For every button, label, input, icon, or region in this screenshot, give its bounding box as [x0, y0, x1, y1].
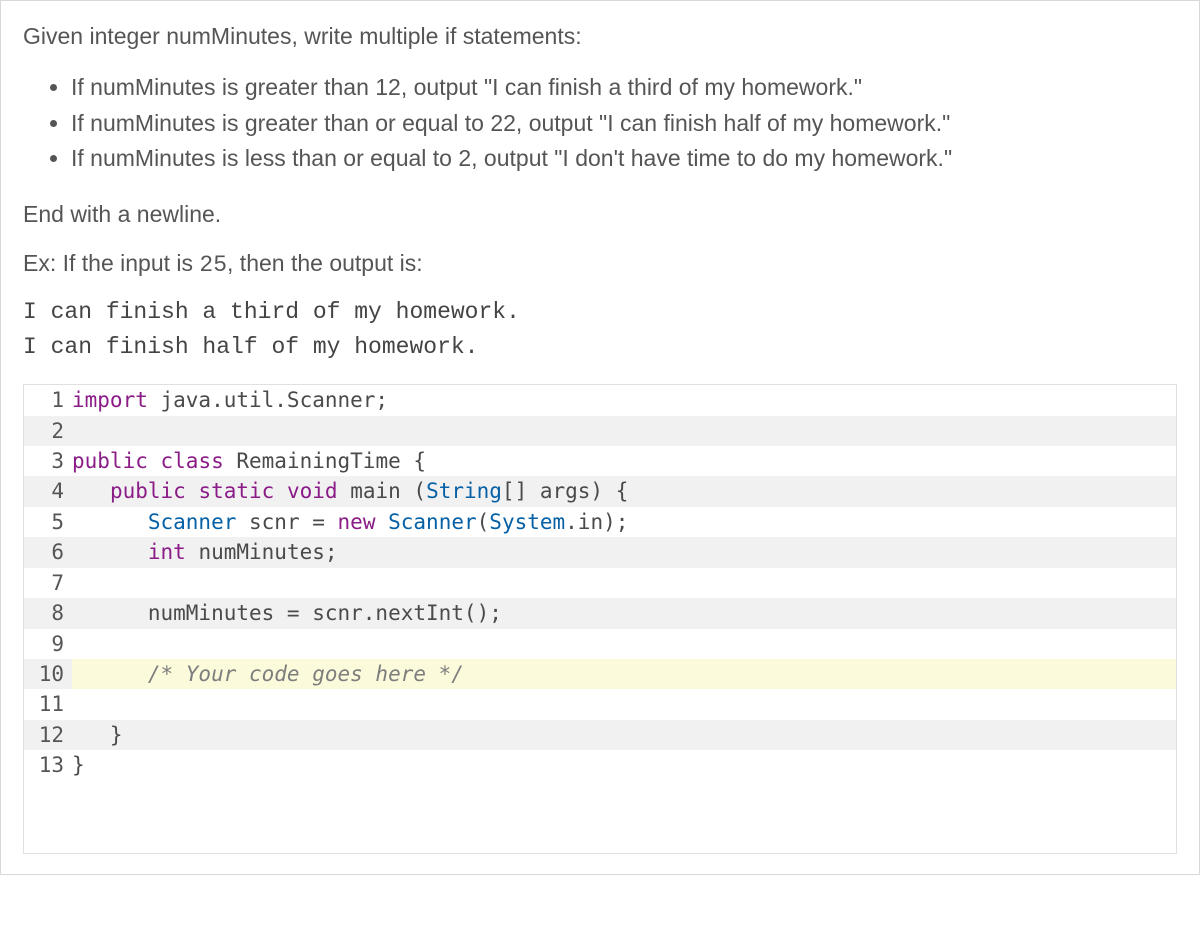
- line-number: 4: [24, 476, 72, 506]
- code-content[interactable]: /* Your code goes here */: [72, 659, 1176, 689]
- code-empty-area[interactable]: [24, 781, 1176, 853]
- line-number: 6: [24, 537, 72, 567]
- code-line[interactable]: 2: [24, 416, 1176, 446]
- line-number: 9: [24, 629, 72, 659]
- code-content[interactable]: [72, 689, 1176, 719]
- requirements-list: If numMinutes is greater than 12, output…: [23, 70, 1177, 177]
- code-content[interactable]: }: [72, 750, 1176, 780]
- line-number: 12: [24, 720, 72, 750]
- code-line[interactable]: 8 numMinutes = scnr.nextInt();: [24, 598, 1176, 628]
- list-item: If numMinutes is less than or equal to 2…: [71, 141, 1177, 177]
- code-content[interactable]: public static void main (String[] args) …: [72, 476, 1176, 506]
- list-item: If numMinutes is greater than or equal t…: [71, 106, 1177, 142]
- code-content[interactable]: import java.util.Scanner;: [72, 385, 1176, 415]
- code-content[interactable]: int numMinutes;: [72, 537, 1176, 567]
- list-item: If numMinutes is greater than 12, output…: [71, 70, 1177, 106]
- code-editor[interactable]: 1import java.util.Scanner;2 3public clas…: [23, 384, 1177, 854]
- line-number: 13: [24, 750, 72, 780]
- line-number: 7: [24, 568, 72, 598]
- code-content[interactable]: [72, 629, 1176, 659]
- problem-container: Given integer numMinutes, write multiple…: [0, 0, 1200, 875]
- code-line[interactable]: 9: [24, 629, 1176, 659]
- line-number: 11: [24, 689, 72, 719]
- expected-output: I can finish a third of my homework. I c…: [23, 295, 1177, 364]
- example-line: Ex: If the input is 25, then the output …: [23, 248, 1177, 281]
- code-line[interactable]: 7: [24, 568, 1176, 598]
- code-content[interactable]: [72, 416, 1176, 446]
- example-input: 25: [199, 252, 227, 278]
- line-number: 5: [24, 507, 72, 537]
- code-line[interactable]: 13}: [24, 750, 1176, 780]
- line-number: 8: [24, 598, 72, 628]
- code-line[interactable]: 5 Scanner scnr = new Scanner(System.in);: [24, 507, 1176, 537]
- code-content[interactable]: numMinutes = scnr.nextInt();: [72, 598, 1176, 628]
- end-with-newline: End with a newline.: [23, 199, 1177, 230]
- example-suffix: , then the output is:: [227, 250, 423, 276]
- problem-text: Given integer numMinutes, write multiple…: [23, 21, 1177, 281]
- code-line[interactable]: 3public class RemainingTime {: [24, 446, 1176, 476]
- code-content[interactable]: }: [72, 720, 1176, 750]
- code-line[interactable]: 6 int numMinutes;: [24, 537, 1176, 567]
- example-prefix: Ex: If the input is: [23, 250, 199, 276]
- code-content[interactable]: public class RemainingTime {: [72, 446, 1176, 476]
- intro-paragraph: Given integer numMinutes, write multiple…: [23, 21, 1177, 52]
- line-number: 1: [24, 385, 72, 415]
- line-number: 3: [24, 446, 72, 476]
- code-line[interactable]: 10 /* Your code goes here */: [24, 659, 1176, 689]
- output-line: I can finish a third of my homework.: [23, 295, 1177, 330]
- code-content[interactable]: Scanner scnr = new Scanner(System.in);: [72, 507, 1176, 537]
- line-number: 2: [24, 416, 72, 446]
- line-number: 10: [24, 659, 72, 689]
- code-line[interactable]: 11: [24, 689, 1176, 719]
- code-content[interactable]: [72, 568, 1176, 598]
- output-line: I can finish half of my homework.: [23, 330, 1177, 365]
- code-line[interactable]: 12 }: [24, 720, 1176, 750]
- code-line[interactable]: 1import java.util.Scanner;: [24, 385, 1176, 415]
- code-line[interactable]: 4 public static void main (String[] args…: [24, 476, 1176, 506]
